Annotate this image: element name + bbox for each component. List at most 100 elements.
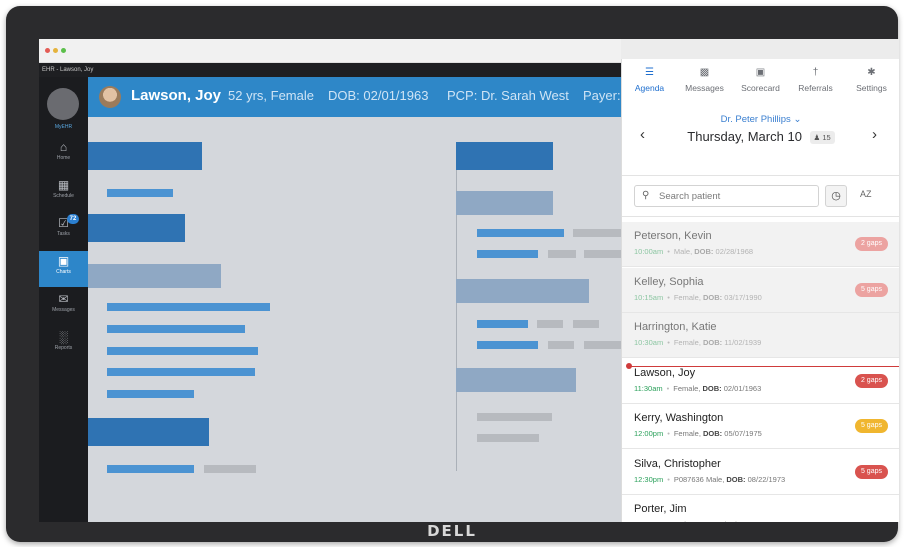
tab-agenda[interactable]: ☰ Agenda	[622, 67, 677, 93]
placeholder-block	[88, 264, 221, 288]
avatar[interactable]	[47, 88, 79, 120]
chart-content-placeholder	[88, 117, 621, 522]
patient-pcp: PCP: Dr. Sarah West	[447, 88, 569, 103]
patient-photo	[99, 86, 121, 108]
separator: •	[666, 383, 670, 393]
appointment-time: 11:30am	[634, 383, 663, 393]
patient-row-name: Kerry, Washington	[634, 412, 724, 424]
clock-icon: ◷	[831, 190, 841, 202]
tab-label: Settings	[856, 83, 887, 93]
sort-alpha-button[interactable]: AZ	[860, 189, 872, 199]
nav-item-messages[interactable]: ✉ Messages	[39, 289, 88, 325]
divider	[622, 216, 899, 217]
tab-settings[interactable]: ✱ Settings	[844, 67, 899, 93]
patient-name: Lawson, Joy	[131, 87, 222, 104]
search-input[interactable]	[659, 189, 814, 204]
placeholder-line	[584, 250, 621, 258]
care-gaps-badge[interactable]: 5 gaps	[854, 282, 888, 297]
patient-row-name: Kelley, Sophia	[634, 275, 704, 288]
patient-row-meta: 10:15am • Female, DOB: 03/17/1990	[634, 293, 762, 302]
nav-item-schedule[interactable]: ▦ Schedule	[39, 175, 88, 211]
placeholder-line	[477, 229, 564, 237]
placeholder-block	[456, 368, 576, 392]
app-label: MyEHR	[54, 124, 73, 130]
nav-label: Tasks	[57, 231, 70, 237]
current-time-line	[627, 366, 899, 367]
calendar-icon: ▦	[57, 178, 70, 192]
appointment-time: 10:15am	[634, 292, 664, 302]
patient-info: Female,	[673, 383, 701, 393]
placeholder-line	[107, 325, 245, 333]
care-gaps-badge[interactable]: 5 gaps	[854, 464, 888, 479]
nav-label: Messages	[52, 307, 75, 313]
separator: •	[667, 292, 670, 302]
tab-scorecard[interactable]: ▣ Scorecard	[733, 67, 788, 93]
patient-row-name: Silva, Christopher	[634, 457, 721, 470]
separator: •	[667, 474, 670, 484]
placeholder-line	[204, 465, 256, 473]
patient-row-meta: 11:30am • Female, DOB: 02/01/1963	[634, 384, 761, 393]
appointment-time: 12:30pm	[634, 474, 664, 484]
close-dot[interactable]	[45, 48, 50, 53]
care-gaps-badge[interactable]: 5 gaps	[854, 419, 888, 433]
placeholder-line	[477, 250, 538, 258]
separator: •	[667, 338, 670, 347]
dob-label: DOB:	[726, 474, 746, 484]
dob-label: DOB:	[694, 520, 713, 522]
placeholder-line	[573, 320, 599, 328]
agenda-date-row: Thursday, March 10 ♟ 15	[622, 129, 899, 145]
patient-info: Female,	[673, 338, 701, 347]
patient-row[interactable]: Peterson, Kevin 10:00am • Male, DOB: 02/28/…	[622, 222, 899, 267]
placeholder-line	[477, 320, 528, 328]
care-gaps-badge[interactable]: 2 gaps	[854, 237, 888, 251]
placeholder-line	[107, 189, 173, 197]
tab-referrals[interactable]: † Referrals	[788, 67, 843, 93]
appointment-time: 10:00am	[634, 247, 664, 256]
patient-row[interactable]: Harrington, Katie 10:30am • Female, DOB: 11…	[622, 313, 899, 358]
patient-row-meta: 12:30pm • P087636 Male, DOB: 08/22/1973	[634, 475, 785, 484]
appointment-time: 01:00pm	[634, 520, 663, 522]
home-icon: ⌂	[59, 140, 68, 154]
placeholder-line	[107, 347, 258, 355]
placeholder-line	[477, 434, 539, 442]
nav-item-home[interactable]: ⌂ Home	[39, 137, 88, 173]
placeholder-line	[548, 250, 576, 258]
patient-dob: 08/22/1973	[747, 474, 786, 484]
patient-row-meta: 10:00am • Male, DOB: 02/28/1968	[634, 247, 753, 256]
referrals-icon: †	[812, 67, 819, 78]
dob-label: DOB:	[694, 247, 714, 256]
patient-row[interactable]: Kerry, Washington 12:00pm • Female, DOB: 05…	[622, 404, 899, 449]
placeholder-block	[456, 191, 553, 215]
sort-by-time-button[interactable]: ◷	[825, 185, 847, 207]
tab-label: Agenda	[634, 83, 665, 93]
appointment-time: 12:00pm	[634, 429, 664, 438]
care-gaps-badge[interactable]: 2 gaps	[854, 373, 888, 388]
patient-row[interactable]: Porter, Jim 01:00pm • Male, DOB: 09/10/1962	[622, 495, 899, 522]
agenda-date: Thursday, March 10	[687, 129, 802, 144]
divider	[622, 175, 899, 176]
provider-select[interactable]: Dr. Peter Phillips ⌄	[622, 114, 899, 125]
maximize-dot[interactable]	[61, 48, 66, 53]
placeholder-line	[107, 303, 270, 311]
nav-item-charts[interactable]: ▣ Charts	[39, 251, 88, 287]
tab-messages[interactable]: ▩ Messages	[677, 67, 732, 93]
left-nav: MyEHR ⌂ Home ▦ Schedule ☑ 72 Tasks ▣ Cha…	[39, 77, 88, 522]
separator: •	[667, 247, 670, 256]
minimize-dot[interactable]	[53, 48, 58, 53]
nav-item-reports[interactable]: ░ Reports	[39, 327, 88, 363]
patient-count: 15	[822, 133, 831, 143]
patient-count-badge: ♟ 15	[809, 131, 835, 145]
patient-dob: 02/01/1963	[723, 383, 762, 393]
placeholder-block	[88, 142, 202, 170]
browser-chrome	[39, 39, 621, 63]
patient-row-meta: 12:00pm • Female, DOB: 05/07/1975	[634, 429, 762, 438]
patient-row[interactable]: Silva, Christopher 12:30pm • P087636 Male, …	[622, 450, 899, 495]
nav-item-tasks[interactable]: ☑ 72 Tasks	[39, 213, 88, 249]
patient-row[interactable]: Kelley, Sophia 10:15am • Female, DOB: 03/17…	[622, 267, 899, 313]
patient-dob: 09/10/1962	[716, 520, 754, 522]
dob-label: DOB:	[703, 429, 723, 438]
placeholder-line	[107, 390, 194, 398]
chevron-right-icon[interactable]: ›	[872, 126, 877, 143]
panel-tabs: ☰ Agenda ▩ Messages ▣ Scorecard † Referr…	[622, 59, 899, 104]
nav-label: Home	[56, 155, 71, 161]
